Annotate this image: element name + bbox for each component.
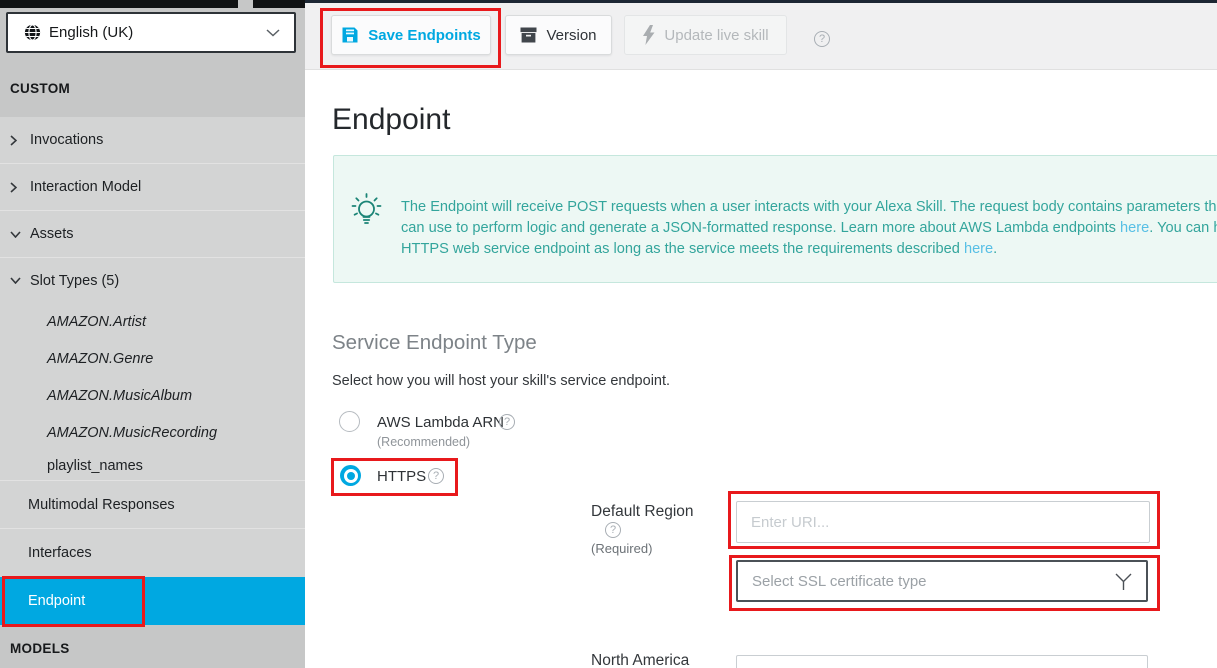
required-note: (Required) [591,541,652,556]
uri-input[interactable] [736,501,1150,543]
lambda-help-icon[interactable]: ? [499,414,515,430]
sidebar-item-interfaces[interactable]: Interfaces [0,528,305,577]
sidebar-item-amazon-musicrecording[interactable]: AMAZON.MusicRecording [0,414,305,451]
sidebar-item-amazon-artist[interactable]: AMAZON.Artist [0,303,305,340]
alexa-developer-console: English (UK) CUSTOM Invocations Interact… [0,0,1217,668]
sidebar: English (UK) CUSTOM Invocations Interact… [0,0,305,668]
top-black-bar [253,0,305,8]
sidebar-item-endpoint[interactable]: Endpoint [0,577,305,625]
north-america-label: North America [591,652,689,668]
lightbulb-icon [348,192,385,237]
sidebar-item-playlist-names[interactable]: playlist_names [0,451,305,480]
ssl-select-placeholder: Select SSL certificate type [752,573,1115,590]
endpoint-info-box: The Endpoint will receive POST requests … [333,155,1217,283]
chevron-right-icon [10,135,30,146]
chevron-down-icon [10,231,30,238]
top-black-bar [0,0,238,8]
sidebar-section-custom: CUSTOM [10,81,70,96]
sidebar-item-assets[interactable]: Assets [0,210,305,257]
section-heading: Service Endpoint Type [332,331,537,355]
sidebar-section-models-band: MODELS [0,625,305,668]
sidebar-item-interaction-model[interactable]: Interaction Model [0,163,305,210]
version-box-icon [520,27,537,43]
sidebar-item-amazon-genre[interactable]: AMAZON.Genre [0,340,305,377]
ssl-certificate-select[interactable]: Select SSL certificate type [736,560,1148,602]
default-region-label: Default Region [591,503,694,521]
page-title: Endpoint [332,103,450,137]
sidebar-item-slot-types[interactable]: Slot Types (5) [0,257,305,303]
sidebar-item-amazon-musicalbum[interactable]: AMAZON.MusicAlbum [0,377,305,414]
https-help-icon[interactable]: ? [428,468,444,484]
save-endpoints-button[interactable]: Save Endpoints [331,15,491,55]
chevron-right-icon [10,182,30,193]
endpoint-info-text: The Endpoint will receive POST requests … [401,197,1217,260]
sidebar-item-invocations[interactable]: Invocations [0,117,305,163]
floppy-disk-icon [341,26,359,44]
https-label: HTTPS [377,468,426,485]
section-description: Select how you will host your skill's se… [332,373,670,389]
globe-icon [24,24,41,41]
lambda-endpoints-here-link[interactable]: here [1120,220,1149,236]
aws-lambda-arn-radio[interactable] [339,411,360,432]
info-text-segment: . [993,241,997,257]
chevron-down-icon [10,277,30,284]
sidebar-item-multimodal-responses[interactable]: Multimodal Responses [0,480,305,528]
default-region-help-icon[interactable]: ? [605,522,621,538]
aws-lambda-arn-label: AWS Lambda ARN [377,414,504,431]
top-navy-line [305,0,1217,3]
chevron-down-icon [266,29,280,37]
https-radio[interactable] [340,465,361,486]
toolbar-help-icon[interactable]: ? [814,31,830,47]
lightning-bolt-icon [642,25,655,45]
dropdown-caret-icon [1115,572,1132,591]
language-selector[interactable]: English (UK) [6,12,296,53]
https-requirements-here-link[interactable]: here [964,241,993,257]
north-america-input[interactable] [736,655,1148,668]
version-button[interactable]: Version [505,15,612,55]
language-selector-label: English (UK) [49,24,266,41]
sidebar-section-models: MODELS [10,641,70,656]
update-live-skill-button[interactable]: Update live skill [624,15,787,55]
info-text-segment: The Endpoint will receive POST requests … [401,199,1217,236]
recommended-note: (Recommended) [377,435,470,449]
